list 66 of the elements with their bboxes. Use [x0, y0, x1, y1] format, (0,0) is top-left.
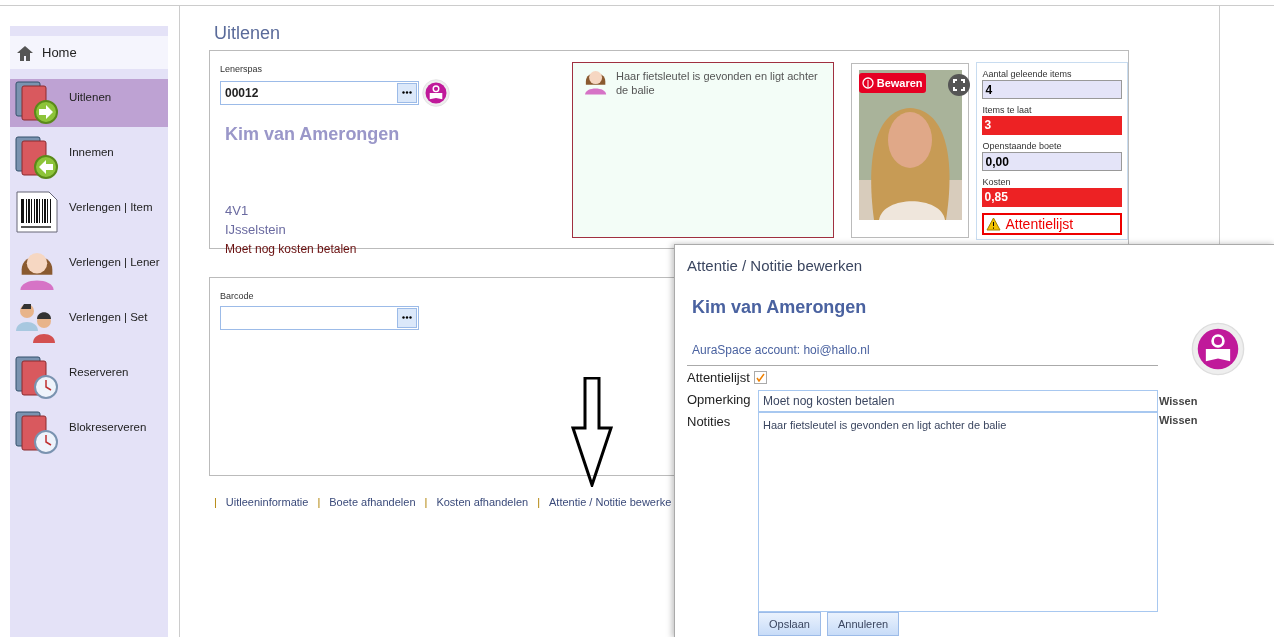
- stat-value: 0,85: [982, 188, 1122, 207]
- sidebar-item[interactable]: Blokreserveren: [10, 409, 168, 457]
- link-separator: |: [424, 495, 428, 510]
- sidebar-item[interactable]: Uitlenen: [10, 79, 168, 127]
- sidebar-item[interactable]: Reserveren: [10, 354, 168, 402]
- stat-value: 0,00: [982, 152, 1122, 171]
- stat-value: 4: [982, 80, 1122, 99]
- action-link[interactable]: Boete afhandelen: [329, 494, 416, 511]
- browse-button[interactable]: [397, 307, 417, 328]
- more-icon: [402, 316, 412, 319]
- borrower-group: 4V1: [225, 200, 559, 220]
- action-link[interactable]: Kosten afhandelen: [436, 494, 529, 511]
- account-text: AuraSpace account: hoi@hallo.nl: [692, 341, 871, 359]
- attention-label: Attentielijst: [687, 368, 750, 387]
- note-text: Haar fietsleutel is gevonden en ligt achter de balie: [615, 69, 819, 97]
- reader-icon: [422, 78, 450, 107]
- books-clock-icon: [14, 409, 60, 455]
- action-link[interactable]: Attentie / Notitie bewerke: [549, 494, 672, 511]
- notes-field[interactable]: Haar fietsleutel is gevonden en ligt achter de balie: [758, 412, 1158, 612]
- sidebar-item[interactable]: Innemen: [10, 134, 168, 182]
- sidebar-item[interactable]: Verlengen | Item: [10, 189, 168, 237]
- card-number-field[interactable]: 00012: [220, 80, 419, 105]
- stat-value: 3: [982, 116, 1122, 135]
- reader-icon: [1191, 321, 1245, 376]
- stat-label: Openstaande boete: [982, 141, 1063, 152]
- home-link[interactable]: Home: [10, 36, 168, 69]
- attention-checkbox[interactable]: [753, 370, 767, 384]
- remark-field[interactable]: Moet nog kosten betalen: [758, 390, 1158, 412]
- dialog-button[interactable]: Opslaan: [758, 612, 821, 636]
- sidebar-item[interactable]: Verlengen | Lener: [10, 244, 168, 292]
- field-label: Barcode: [220, 290, 255, 303]
- more-icon: [402, 91, 412, 94]
- clear-button[interactable]: Wissen: [1159, 390, 1198, 412]
- home-icon: [16, 44, 34, 61]
- borrower-remark: Moet nog kosten betalen: [225, 240, 358, 258]
- pin-save-button[interactable]: Bewaren: [858, 73, 926, 93]
- page-title: Uitlenen: [214, 22, 282, 45]
- books-arrow-icon: [14, 79, 60, 125]
- dialog-borrower-name: Kim van Amerongen: [692, 295, 868, 319]
- stat-label: Items te laat: [982, 105, 1033, 116]
- link-separator: |: [317, 495, 321, 510]
- field-label: Lenerspas: [220, 63, 264, 76]
- barcode-icon: [14, 189, 60, 235]
- stat-label: Aantal geleende items: [982, 69, 1073, 80]
- pin-icon: [861, 77, 874, 89]
- borrower-city: IJsselstein: [225, 221, 287, 239]
- link-separator: |: [537, 495, 540, 510]
- warning-icon: [986, 217, 1002, 231]
- down-arrow-icon: [571, 377, 613, 487]
- stat-label: Kosten: [982, 177, 1012, 188]
- attention-text: Attentielijst: [1005, 214, 1074, 234]
- books-arrow-icon: [14, 134, 60, 180]
- notes-label: Notities: [687, 413, 732, 431]
- link-separator: |: [214, 495, 217, 510]
- action-link[interactable]: Uitleeninformatie: [225, 494, 309, 511]
- books-clock-icon: [14, 354, 60, 400]
- remark-label: Opmerking: [687, 391, 752, 409]
- clear-button[interactable]: Wissen: [1159, 412, 1198, 428]
- sidebar-item[interactable]: Verlengen | Set: [10, 299, 168, 347]
- barcode-field[interactable]: [220, 305, 419, 330]
- check-icon: [755, 372, 765, 382]
- expand-icon: [952, 79, 965, 91]
- borrower-name: Kim van Amerongen: [225, 122, 401, 146]
- browse-button[interactable]: [397, 82, 417, 103]
- dialog-button[interactable]: Annuleren: [827, 612, 900, 636]
- dialog-title: Attentie / Notitie bewerken: [687, 256, 864, 276]
